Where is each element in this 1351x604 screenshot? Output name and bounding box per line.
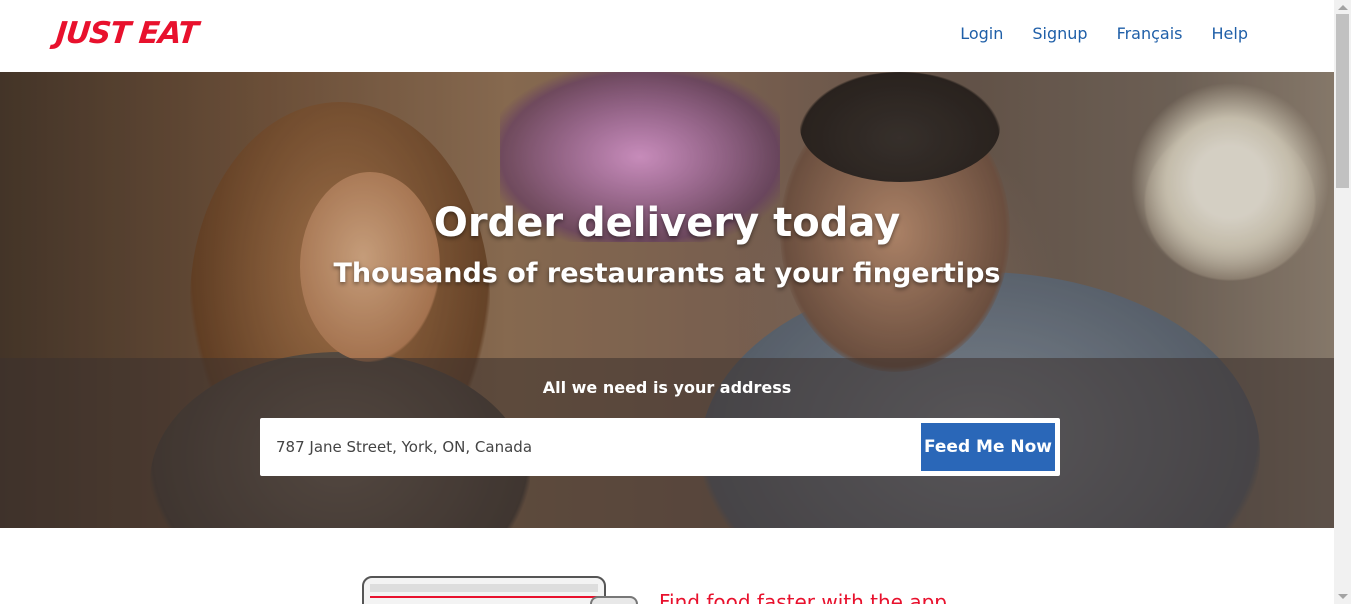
tablet-status-bar <box>370 584 598 592</box>
nav-help-link[interactable]: Help <box>1212 24 1248 43</box>
nav-login-link[interactable]: Login <box>960 24 1003 43</box>
address-search-band: All we need is your address Feed Me Now <box>0 358 1334 528</box>
nav-francais-link[interactable]: Français <box>1117 24 1183 43</box>
tablet-app-screenshot <box>362 576 606 604</box>
phone-app-screenshot <box>590 596 638 604</box>
scroll-thumb[interactable] <box>1336 14 1349 188</box>
tablet-accent-line <box>370 596 598 598</box>
address-search-label: All we need is your address <box>542 378 792 397</box>
address-search-box: Feed Me Now <box>260 418 1060 476</box>
scroll-down-arrow-icon[interactable] <box>1338 594 1348 599</box>
scroll-up-arrow-icon[interactable] <box>1338 5 1348 10</box>
nav-signup-link[interactable]: Signup <box>1032 24 1087 43</box>
app-promo-section: Find food faster with the app <box>0 528 1334 604</box>
site-header: JUST EAT Login Signup Français Help <box>0 0 1334 72</box>
page-scrollbar[interactable] <box>1334 0 1351 604</box>
address-input[interactable] <box>260 418 910 476</box>
hero-title: Order delivery today <box>433 200 901 246</box>
hero-subtitle: Thousands of restaurants at your fingert… <box>333 258 1001 289</box>
app-promo-heading: Find food faster with the app <box>659 590 947 604</box>
top-nav: Login Signup Français Help <box>960 24 1248 43</box>
feed-me-now-button[interactable]: Feed Me Now <box>921 423 1055 471</box>
hero-banner: Order delivery today Thousands of restau… <box>0 72 1334 528</box>
just-eat-logo[interactable]: JUST EAT <box>54 16 199 51</box>
